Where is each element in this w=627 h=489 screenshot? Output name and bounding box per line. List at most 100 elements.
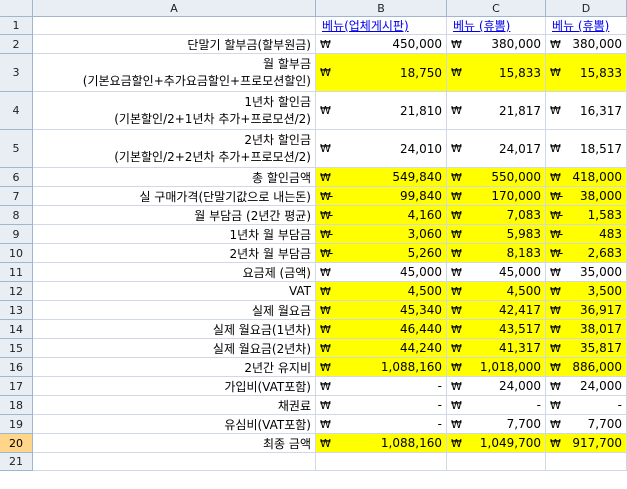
row-header[interactable]: 13 xyxy=(0,301,33,320)
value-cell[interactable]: ₩ -3,060 xyxy=(316,225,447,244)
value-cell[interactable]: ₩ - xyxy=(316,415,447,434)
row-header[interactable]: 8 xyxy=(0,206,33,225)
column-title[interactable]: 베뉴 (휴뽐) xyxy=(552,17,609,34)
value-cell[interactable]: ₩380,000 xyxy=(546,35,627,54)
value-cell[interactable]: ₩ - xyxy=(447,396,546,415)
row-label-cell[interactable]: 2년차 월 부담금 xyxy=(33,244,316,263)
value-cell[interactable]: ₩917,700 xyxy=(546,434,627,453)
row-label-cell[interactable]: 월 할부금 (기본요금할인+추가요금할인+프로모션할인) xyxy=(33,54,316,92)
row-header[interactable]: 6 xyxy=(0,168,33,187)
value-cell[interactable]: ₩5,983 xyxy=(447,225,546,244)
row-label-cell[interactable]: 최종 금액 xyxy=(33,434,316,453)
row-label-cell[interactable] xyxy=(33,453,316,471)
value-cell[interactable]: ₩549,840 xyxy=(316,168,447,187)
value-cell[interactable]: ₩43,517 xyxy=(447,320,546,339)
value-cell[interactable]: ₩ - xyxy=(316,377,447,396)
row-label-cell[interactable]: 월 부담금 (2년간 평균) xyxy=(33,206,316,225)
empty-cell[interactable] xyxy=(447,453,546,471)
value-cell[interactable]: ₩44,240 xyxy=(316,339,447,358)
value-cell[interactable]: ₩1,088,160 xyxy=(316,434,447,453)
row-header[interactable]: 4 xyxy=(0,92,33,130)
value-cell[interactable]: ₩ -5,260 xyxy=(316,244,447,263)
value-cell[interactable]: ₩35,000 xyxy=(546,263,627,282)
row-label-cell[interactable]: 유심비(VAT포함) xyxy=(33,415,316,434)
value-cell[interactable]: ₩7,083 xyxy=(447,206,546,225)
column-title-cell[interactable]: 베뉴(업체게시판) xyxy=(316,17,447,35)
value-cell[interactable]: ₩24,000 xyxy=(447,377,546,396)
value-cell[interactable]: ₩ - xyxy=(316,396,447,415)
value-cell[interactable]: ₩45,000 xyxy=(447,263,546,282)
select-all-corner[interactable] xyxy=(0,0,33,17)
value-cell[interactable]: ₩24,000 xyxy=(546,377,627,396)
value-cell[interactable]: ₩3,500 xyxy=(546,282,627,301)
value-cell[interactable]: ₩450,000 xyxy=(316,35,447,54)
value-cell[interactable]: ₩15,833 xyxy=(546,54,627,92)
value-cell[interactable]: ₩380,000 xyxy=(447,35,546,54)
value-cell[interactable]: ₩41,317 xyxy=(447,339,546,358)
row-header[interactable]: 12 xyxy=(0,282,33,301)
row-label-cell[interactable] xyxy=(33,17,316,35)
column-header-b[interactable]: B xyxy=(316,0,447,17)
value-cell[interactable]: ₩4,500 xyxy=(447,282,546,301)
column-header-a[interactable]: A xyxy=(33,0,316,17)
value-cell[interactable]: ₩4,500 xyxy=(316,282,447,301)
value-cell[interactable]: ₩36,917 xyxy=(546,301,627,320)
value-cell[interactable]: ₩18,517 xyxy=(546,130,627,168)
column-title-cell[interactable]: 베뉴 (휴뽐) xyxy=(546,17,627,35)
row-label-cell[interactable]: 실제 월요금(2년차) xyxy=(33,339,316,358)
value-cell[interactable]: ₩21,817 xyxy=(447,92,546,130)
empty-cell[interactable] xyxy=(316,453,447,471)
row-label-cell[interactable]: 실제 월요금 xyxy=(33,301,316,320)
row-header[interactable]: 20 xyxy=(0,434,33,453)
row-header[interactable]: 5 xyxy=(0,130,33,168)
row-header[interactable]: 7 xyxy=(0,187,33,206)
value-cell[interactable]: ₩45,340 xyxy=(316,301,447,320)
row-header[interactable]: 11 xyxy=(0,263,33,282)
row-label-cell[interactable]: 총 할인금액 xyxy=(33,168,316,187)
value-cell[interactable]: ₩15,833 xyxy=(447,54,546,92)
row-label-cell[interactable]: 채권료 xyxy=(33,396,316,415)
row-header[interactable]: 10 xyxy=(0,244,33,263)
value-cell[interactable]: ₩42,417 xyxy=(447,301,546,320)
row-header[interactable]: 3 xyxy=(0,54,33,92)
value-cell[interactable]: ₩550,000 xyxy=(447,168,546,187)
value-cell[interactable]: ₩21,810 xyxy=(316,92,447,130)
value-cell[interactable]: ₩886,000 xyxy=(546,358,627,377)
row-header[interactable]: 17 xyxy=(0,377,33,396)
empty-cell[interactable] xyxy=(546,453,627,471)
column-title-cell[interactable]: 베뉴 (휴뽐) xyxy=(447,17,546,35)
row-header[interactable]: 2 xyxy=(0,35,33,54)
value-cell[interactable]: ₩ - xyxy=(546,396,627,415)
column-header-c[interactable]: C xyxy=(447,0,546,17)
value-cell[interactable]: ₩18,750 xyxy=(316,54,447,92)
row-label-cell[interactable]: 1년차 월 부담금 xyxy=(33,225,316,244)
row-header[interactable]: 18 xyxy=(0,396,33,415)
row-label-cell[interactable]: 단말기 할부금(할부원금) xyxy=(33,35,316,54)
value-cell[interactable]: ₩ -4,160 xyxy=(316,206,447,225)
row-label-cell[interactable]: 2년차 할인금 (기본할인/2+2년차 추가+프로모션/2) xyxy=(33,130,316,168)
row-header[interactable]: 15 xyxy=(0,339,33,358)
value-cell[interactable]: ₩35,817 xyxy=(546,339,627,358)
value-cell[interactable]: ₩170,000 xyxy=(447,187,546,206)
value-cell[interactable]: ₩418,000 xyxy=(546,168,627,187)
value-cell[interactable]: ₩ -99,840 xyxy=(316,187,447,206)
value-cell[interactable]: ₩8,183 xyxy=(447,244,546,263)
row-label-cell[interactable]: 요금제 (금액) xyxy=(33,263,316,282)
value-cell[interactable]: ₩1,018,000 xyxy=(447,358,546,377)
value-cell[interactable]: ₩1,088,160 xyxy=(316,358,447,377)
value-cell[interactable]: ₩45,000 xyxy=(316,263,447,282)
value-cell[interactable]: ₩ -1,583 xyxy=(546,206,627,225)
value-cell[interactable]: ₩24,010 xyxy=(316,130,447,168)
value-cell[interactable]: ₩ -483 xyxy=(546,225,627,244)
row-header[interactable]: 9 xyxy=(0,225,33,244)
value-cell[interactable]: ₩46,440 xyxy=(316,320,447,339)
row-label-cell[interactable]: 1년차 할인금 (기본할인/2+1년차 추가+프로모션/2) xyxy=(33,92,316,130)
value-cell[interactable]: ₩7,700 xyxy=(546,415,627,434)
value-cell[interactable]: ₩7,700 xyxy=(447,415,546,434)
value-cell[interactable]: ₩38,017 xyxy=(546,320,627,339)
row-header[interactable]: 16 xyxy=(0,358,33,377)
row-header[interactable]: 21 xyxy=(0,453,33,471)
value-cell[interactable]: ₩16,317 xyxy=(546,92,627,130)
row-label-cell[interactable]: VAT xyxy=(33,282,316,301)
row-header[interactable]: 14 xyxy=(0,320,33,339)
